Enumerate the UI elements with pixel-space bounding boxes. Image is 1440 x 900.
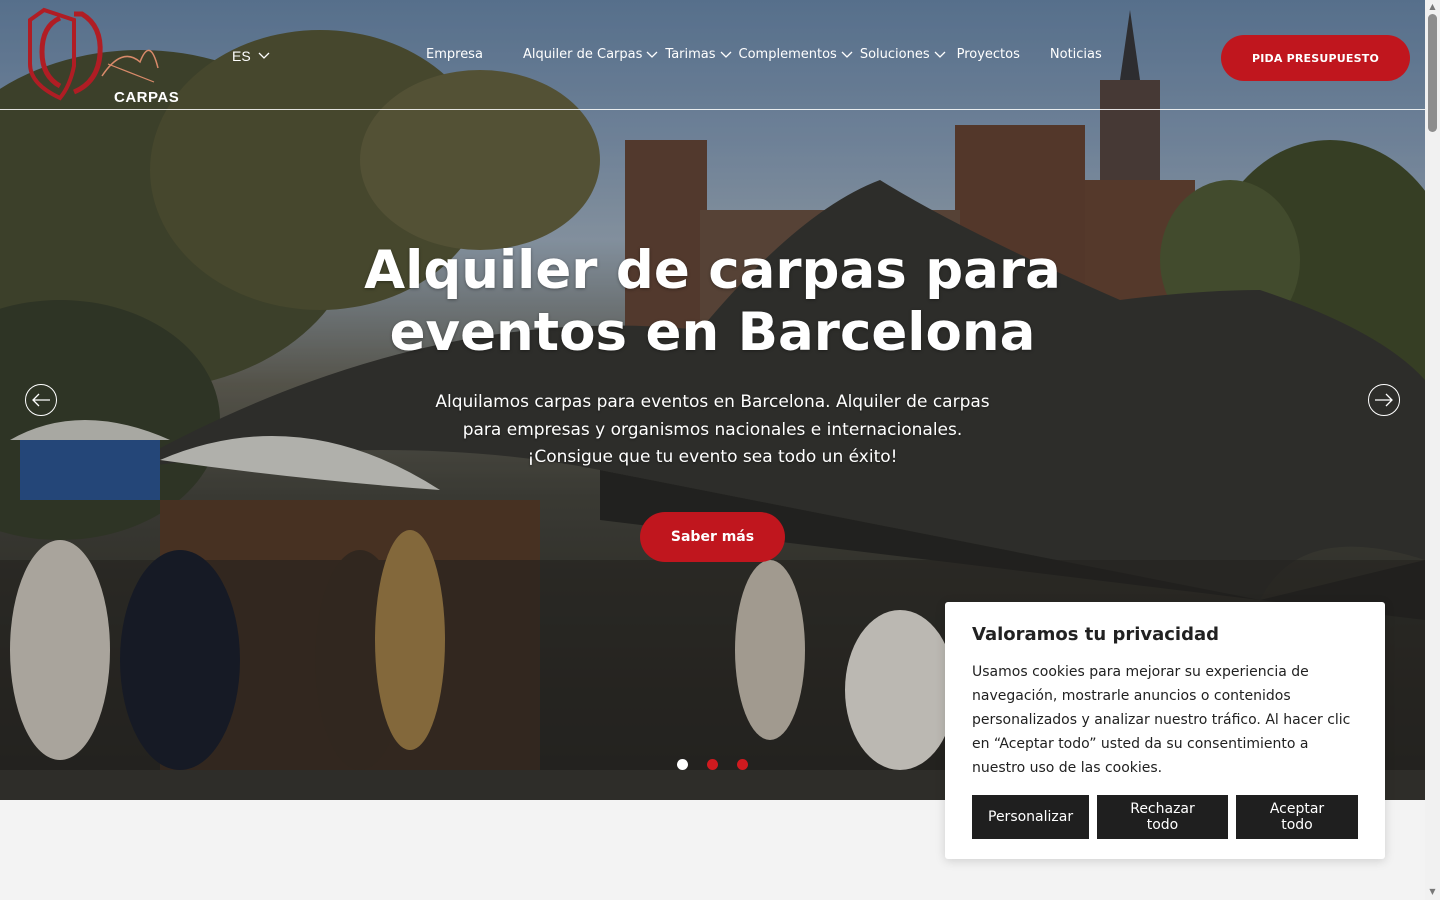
nav-item-soluciones[interactable]: Soluciones xyxy=(860,47,947,62)
hero-subtitle: Alquilamos carpas para eventos en Barcel… xyxy=(420,389,1005,472)
nav-item-label: Proyectos xyxy=(956,47,1020,62)
cookie-consent-banner: Valoramos tu privacidad Usamos cookies p… xyxy=(945,602,1385,859)
nav-item-label: Complementos xyxy=(738,47,837,62)
slider-prev-button[interactable] xyxy=(25,384,57,416)
hero-title-line-2: eventos en Barcelona xyxy=(389,302,1036,363)
nav-item-label: Tarimas xyxy=(665,47,716,62)
slider-dot-3[interactable] xyxy=(737,759,748,770)
scrollbar-thumb[interactable] xyxy=(1428,14,1437,132)
arrow-right-icon xyxy=(1375,393,1393,407)
cookie-title: Valoramos tu privacidad xyxy=(972,624,1220,645)
request-quote-button[interactable]: PIDA PRESUPUESTO xyxy=(1221,35,1410,81)
slider-dot-1[interactable] xyxy=(677,759,688,770)
reject-all-button[interactable]: Rechazar todo xyxy=(1097,795,1228,839)
chevron-down-icon xyxy=(646,51,658,58)
nav-item-tarimas[interactable]: Tarimas xyxy=(665,47,732,62)
chevron-down-icon xyxy=(720,51,731,58)
page-scrollbar[interactable]: ▲ ▼ xyxy=(1425,0,1440,900)
chevron-down-icon xyxy=(841,51,853,58)
arrow-left-icon xyxy=(32,393,50,407)
nav-item-label: Noticias xyxy=(1049,47,1102,62)
slider-dots xyxy=(677,759,748,770)
nav-item-noticias[interactable]: Noticias xyxy=(1050,47,1102,62)
hero-title: Alquiler de carpas para eventos en Barce… xyxy=(300,240,1125,364)
nav-item-alquiler-de-carpas[interactable]: Alquiler de Carpas xyxy=(523,47,659,62)
cd-logo-icon xyxy=(28,7,159,101)
slider-dot-2[interactable] xyxy=(707,759,718,770)
nav-item-proyectos[interactable]: Proyectos xyxy=(957,47,1020,62)
logo[interactable]: CARPAS xyxy=(22,6,179,106)
chevron-down-icon xyxy=(934,51,946,58)
main-nav: Empresa Alquiler de Carpas Tarimas Compl… xyxy=(426,47,1102,62)
site-header: CARPAS ES Empresa Alquiler de Carpas Tar… xyxy=(0,0,1425,110)
logo-text: CARPAS xyxy=(114,89,180,106)
cookie-buttons: Personalizar Rechazar todo Aceptar todo xyxy=(972,795,1358,839)
scroll-down-icon[interactable]: ▼ xyxy=(1428,887,1437,896)
cookie-text: Usamos cookies para mejorar su experienc… xyxy=(972,664,1351,776)
language-label: ES xyxy=(232,48,251,64)
nav-item-empresa[interactable]: Empresa xyxy=(426,47,483,62)
slider-next-button[interactable] xyxy=(1368,384,1400,416)
nav-item-label: Alquiler de Carpas xyxy=(522,47,643,62)
learn-more-button[interactable]: Saber más xyxy=(640,512,785,562)
hero-subtitle-line-2: para empresas y organismos nacionales e … xyxy=(462,419,963,440)
nav-item-label: Empresa xyxy=(426,47,483,62)
nav-item-complementos[interactable]: Complementos xyxy=(739,47,854,62)
chevron-down-icon xyxy=(258,52,270,59)
scroll-up-icon[interactable]: ▲ xyxy=(1428,2,1437,11)
hero-subtitle-line-1: Alquilamos carpas para eventos en Barcel… xyxy=(435,392,990,412)
hero-subtitle-line-3: ¡Consigue que tu evento sea todo un éxit… xyxy=(527,447,898,467)
language-selector[interactable]: ES xyxy=(232,48,271,64)
customize-cookies-button[interactable]: Personalizar xyxy=(972,795,1089,839)
nav-item-label: Soluciones xyxy=(859,47,930,62)
accept-all-button[interactable]: Aceptar todo xyxy=(1236,795,1358,839)
hero-title-line-1: Alquiler de carpas para xyxy=(364,240,1061,301)
